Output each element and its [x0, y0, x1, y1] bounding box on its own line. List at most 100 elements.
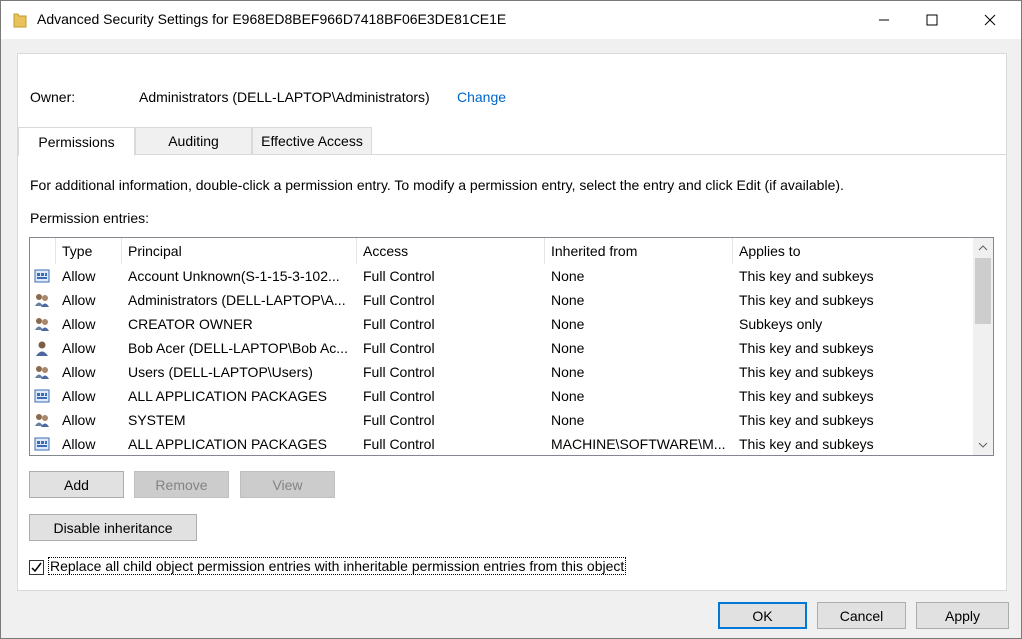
cell-applies-to: This key and subkeys — [739, 412, 874, 428]
cell-type: Allow — [62, 316, 96, 332]
cell-type: Allow — [62, 268, 96, 284]
minimize-button[interactable] — [861, 1, 907, 39]
cell-type: Allow — [62, 436, 96, 452]
group-icon — [34, 412, 50, 428]
cell-applies-to: This key and subkeys — [739, 436, 874, 452]
cell-inherited-from: None — [551, 388, 585, 404]
cell-inherited-from: None — [551, 364, 585, 380]
cell-type: Allow — [62, 292, 96, 308]
column-applies-to[interactable]: Applies to — [733, 238, 972, 264]
ok-button[interactable]: OK — [718, 602, 807, 629]
list-header: Type Principal Access Inherited from App… — [30, 238, 972, 264]
scroll-down-icon[interactable] — [973, 435, 993, 455]
table-row[interactable]: Allow ALL APPLICATION PACKAGES Full Contro… — [30, 384, 972, 408]
group-icon — [34, 292, 50, 308]
table-row[interactable]: Allow Administrators (DELL-LAPTOP\A... Ful… — [30, 288, 972, 312]
column-inherited-from[interactable]: Inherited from — [545, 238, 733, 264]
add-button[interactable]: Add — [29, 471, 124, 498]
cell-access: Full Control — [363, 388, 435, 404]
security-settings-window: Advanced Security Settings for E968ED8BE… — [0, 0, 1022, 639]
column-access[interactable]: Access — [357, 238, 545, 264]
cell-principal: CREATOR OWNER — [128, 316, 253, 332]
main-panel: Owner: Administrators (DELL-LAPTOP\Admin… — [17, 53, 1007, 591]
scroll-thumb[interactable] — [975, 258, 991, 324]
table-row[interactable]: Allow CREATOR OWNER Full Control None Subkey… — [30, 312, 972, 336]
view-button[interactable]: View — [240, 471, 335, 498]
view-label: View — [272, 476, 303, 493]
cell-inherited-from: None — [551, 268, 585, 284]
add-label: Add — [64, 476, 89, 493]
column-principal[interactable]: Principal — [122, 238, 357, 264]
tab-permissions[interactable]: Permissions — [18, 127, 135, 156]
remove-label: Remove — [155, 476, 208, 493]
cell-applies-to: This key and subkeys — [739, 388, 874, 404]
tab-label: Auditing — [168, 133, 219, 149]
folder-icon — [13, 12, 27, 28]
apply-button[interactable]: Apply — [916, 602, 1009, 629]
cell-inherited-from: MACHINE\SOFTWARE\M... — [551, 436, 726, 452]
checkmark-icon — [31, 562, 42, 573]
cell-access: Full Control — [363, 412, 435, 428]
disable-inheritance-button[interactable]: Disable inheritance — [29, 514, 197, 541]
cell-access: Full Control — [363, 436, 435, 452]
user-icon — [34, 340, 50, 356]
list-scrollbar[interactable] — [973, 238, 993, 455]
cell-applies-to: This key and subkeys — [739, 364, 874, 380]
disable-inheritance-label: Disable inheritance — [53, 519, 173, 536]
cell-access: Full Control — [363, 292, 435, 308]
change-owner-link[interactable]: Change — [457, 89, 506, 105]
maximize-button[interactable] — [909, 1, 955, 39]
table-row[interactable]: Allow Account Unknown(S-1-15-3-102... Full… — [30, 264, 972, 288]
cell-access: Full Control — [363, 268, 435, 284]
tab-label: Effective Access — [261, 133, 363, 149]
cell-type: Allow — [62, 388, 96, 404]
cell-inherited-from: None — [551, 292, 585, 308]
cell-type: Allow — [62, 412, 96, 428]
cell-applies-to: This key and subkeys — [739, 268, 874, 284]
owner-value: Administrators (DELL-LAPTOP\Administrato… — [139, 89, 430, 105]
cell-principal: Account Unknown(S-1-15-3-102... — [128, 268, 340, 284]
replace-child-permissions-label[interactable]: Replace all child object permission entr… — [48, 557, 627, 575]
cell-principal: ALL APPLICATION PACKAGES — [128, 388, 327, 404]
scroll-up-icon[interactable] — [973, 238, 993, 258]
cell-principal: Administrators (DELL-LAPTOP\A... — [128, 292, 346, 308]
info-text: For additional information, double-click… — [30, 177, 844, 193]
cell-principal: Bob Acer (DELL-LAPTOP\Bob Ac... — [128, 340, 348, 356]
apply-label: Apply — [944, 607, 981, 624]
cell-principal: SYSTEM — [128, 412, 186, 428]
group-icon — [34, 316, 50, 332]
cell-principal: ALL APPLICATION PACKAGES — [128, 436, 327, 452]
group-icon — [34, 364, 50, 380]
cell-principal: Users (DELL-LAPTOP\Users) — [128, 364, 313, 380]
table-row[interactable]: Allow Users (DELL-LAPTOP\Users) Full Contr… — [30, 360, 972, 384]
cell-access: Full Control — [363, 364, 435, 380]
column-type[interactable]: Type — [56, 238, 122, 264]
owner-label: Owner: — [30, 89, 76, 105]
table-row[interactable]: Allow ALL APPLICATION PACKAGES Full Contro… — [30, 432, 972, 455]
cell-type: Allow — [62, 340, 96, 356]
remove-button[interactable]: Remove — [134, 471, 229, 498]
title-bar: Advanced Security Settings for E968ED8BE… — [1, 1, 1021, 39]
replace-child-permissions-checkbox[interactable] — [29, 560, 44, 575]
table-row[interactable]: Allow SYSTEM Full Control None This key and … — [30, 408, 972, 432]
cancel-button[interactable]: Cancel — [817, 602, 906, 629]
tab-label: Permissions — [38, 133, 115, 150]
cell-applies-to: Subkeys only — [739, 316, 823, 332]
table-row[interactable]: Allow Bob Acer (DELL-LAPTOP\Bob Ac... Full… — [30, 336, 972, 360]
cell-inherited-from: None — [551, 412, 585, 428]
app-package-icon — [34, 436, 50, 452]
cell-access: Full Control — [363, 316, 435, 332]
cell-applies-to: This key and subkeys — [739, 340, 874, 356]
cell-inherited-from: None — [551, 316, 585, 332]
window-title: Advanced Security Settings for E968ED8BE… — [37, 11, 507, 27]
ok-label: OK — [752, 607, 773, 624]
tab-auditing[interactable]: Auditing — [135, 127, 252, 155]
tab-effective-access[interactable]: Effective Access — [252, 127, 372, 155]
cell-applies-to: This key and subkeys — [739, 292, 874, 308]
cancel-label: Cancel — [839, 607, 884, 624]
cell-type: Allow — [62, 364, 96, 380]
close-button[interactable] — [967, 1, 1013, 39]
cell-access: Full Control — [363, 340, 435, 356]
permission-entries-list[interactable]: Type Principal Access Inherited from App… — [29, 237, 994, 456]
app-package-icon — [34, 268, 50, 284]
